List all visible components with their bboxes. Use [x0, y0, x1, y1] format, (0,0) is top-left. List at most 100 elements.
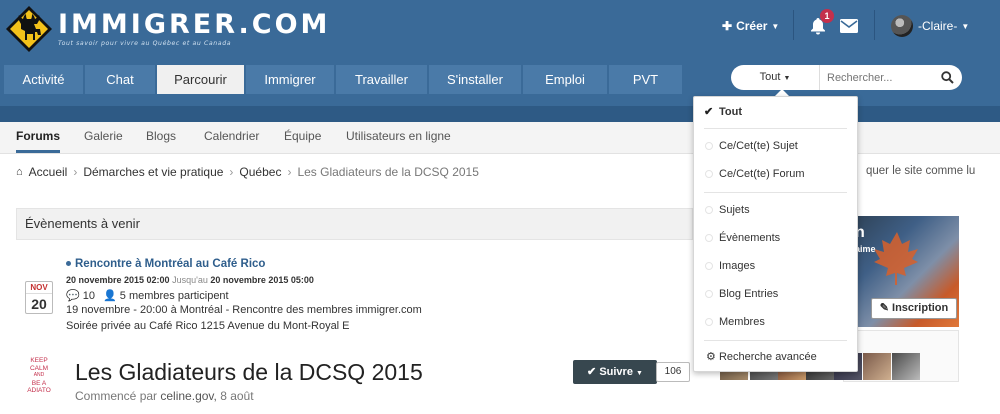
signup-button[interactable]: ✎ Inscription [871, 298, 957, 319]
scope-option-label: Tout [719, 106, 743, 118]
home-icon: ⌂ [16, 166, 23, 178]
check-icon: ✔ [704, 106, 714, 118]
avatar-text: ADIATO [27, 387, 51, 394]
event-start: 20 novembre 2015 02:00 [66, 275, 170, 285]
scope-option-evenements[interactable]: Évènements [694, 228, 857, 248]
chevron-right-icon: › [287, 165, 292, 179]
user-avatar[interactable] [891, 15, 913, 37]
event-title-link[interactable]: Rencontre à Montréal au Café Rico [66, 258, 265, 270]
radio-icon [705, 290, 713, 298]
chevron-right-icon: › [229, 165, 234, 179]
check-icon: ✔ [587, 366, 597, 378]
scope-option-images[interactable]: Images [694, 256, 857, 276]
subnav-equipe[interactable]: Équipe [284, 122, 321, 153]
radio-icon [705, 206, 713, 214]
subnav-forums[interactable]: Forums [16, 122, 61, 153]
scope-option-membres[interactable]: Membres [694, 312, 857, 332]
avatar-text: BE A [31, 379, 47, 387]
site-header: IMMIGRER.COM Tout savoir pour vivre au Q… [0, 0, 1000, 55]
plus-icon: ✚ [722, 19, 733, 33]
event-dot-icon [66, 261, 71, 267]
search-scope-label: Tout [759, 71, 781, 83]
mark-site-read-link[interactable]: quer le site comme lu [866, 165, 975, 177]
search-scope-dropdown: ✔ Tout Ce/Cet(te) Sujet Ce/Cet(te) Forum… [693, 96, 858, 372]
topic-meta: Commencé par celine.gov, 8 août [75, 389, 254, 403]
scope-option-label: Évènements [719, 232, 781, 244]
scope-option-label: Ce/Cet(te) Forum [719, 168, 805, 180]
dropdown-divider [704, 192, 847, 193]
notification-badge: 1 [820, 9, 834, 23]
radio-icon [705, 234, 713, 242]
tab-pvt[interactable]: PVT [609, 65, 682, 94]
scope-option-forum[interactable]: Ce/Cet(te) Forum [694, 164, 857, 184]
avatar-text: KEEP [30, 357, 48, 364]
follow-button[interactable]: ✔ Suivre ▼ [573, 360, 657, 384]
mail-icon[interactable] [840, 19, 858, 33]
breadcrumb: ⌂ Accueil › Démarches et vie pratique › … [16, 165, 479, 179]
tab-travailler[interactable]: Travailler [336, 65, 427, 94]
create-label: Créer [736, 19, 768, 33]
scope-option-label: Sujets [719, 204, 750, 216]
event-description-line: 19 novembre - 20:00 à Montréal - Rencont… [66, 304, 422, 316]
tab-emploi[interactable]: Emploi [523, 65, 607, 94]
search-icon[interactable] [941, 71, 954, 84]
caret-down-icon: ▼ [771, 21, 780, 31]
participants-stat: 👤 5 membres participent [103, 289, 229, 302]
scope-option-tout[interactable]: ✔ Tout [694, 102, 857, 122]
subnav-blogs[interactable]: Blogs [146, 122, 176, 153]
member-avatar[interactable] [863, 353, 891, 380]
breadcrumb-item-demarches[interactable]: Démarches et vie pratique [83, 165, 223, 179]
chevron-right-icon: › [73, 165, 78, 179]
event-date-badge: NOV 20 [25, 281, 53, 314]
pencil-icon: ✎ [879, 302, 889, 314]
topic-title: Les Gladiateurs de la DCSQ 2015 [75, 359, 423, 385]
tab-chat[interactable]: Chat [85, 65, 155, 94]
promo-subtext: aime [855, 244, 876, 254]
subnav-utilisateurs-en-ligne[interactable]: Utilisateurs en ligne [346, 122, 451, 153]
subnav-calendrier[interactable]: Calendrier [204, 122, 259, 153]
scope-option-label: Blog Entries [719, 288, 779, 300]
breadcrumb-item-accueil[interactable]: Accueil [29, 165, 68, 179]
event-stats: 💬 10 👤 5 membres participent [66, 289, 229, 302]
tab-sinstaller[interactable]: S'installer [429, 65, 521, 94]
scope-option-label: Membres [719, 316, 765, 328]
main-nav-tabs: Activité Chat Parcourir Immigrer Travail… [4, 65, 682, 94]
event-end: 20 novembre 2015 05:00 [210, 275, 314, 285]
tab-parcourir[interactable]: Parcourir [157, 65, 244, 94]
radio-icon [705, 142, 713, 150]
avatar-text: CALM [29, 364, 49, 372]
radio-icon [705, 262, 713, 270]
followers-count[interactable]: 106 [656, 362, 690, 382]
create-button[interactable]: ✚ Créer ▼ [722, 19, 779, 33]
caret-down-icon: ▼ [636, 370, 643, 377]
advanced-search-link[interactable]: ⚙ Recherche avancée [694, 347, 857, 367]
comments-count: 10 [82, 290, 96, 302]
subnav-galerie[interactable]: Galerie [84, 122, 123, 153]
tab-immigrer[interactable]: Immigrer [246, 65, 334, 94]
scope-option-sujets[interactable]: Sujets [694, 200, 857, 220]
comment-icon: 💬 [66, 290, 80, 302]
author-avatar[interactable]: KEEP CALM AND BE A ADIATO [19, 357, 59, 414]
member-avatar[interactable] [892, 353, 920, 380]
search-box: Tout ▼ [731, 65, 962, 90]
follow-label: Suivre [599, 366, 633, 378]
topic-author-link[interactable]: celine.gov, [160, 389, 216, 403]
gear-icon: ⚙ [706, 351, 716, 363]
scope-option-blog-entries[interactable]: Blog Entries [694, 284, 857, 304]
moose-logo-icon[interactable] [4, 4, 54, 54]
user-name: -Claire- [918, 19, 958, 33]
header-divider [874, 10, 875, 40]
event-until-label: Jusqu'au [172, 275, 208, 285]
tab-activite[interactable]: Activité [4, 65, 83, 94]
radio-icon [705, 318, 713, 326]
search-input[interactable] [827, 65, 937, 90]
search-scope-select[interactable]: Tout ▼ [731, 65, 820, 90]
scope-option-label: Images [719, 260, 756, 272]
breadcrumb-item-quebec[interactable]: Québec [239, 165, 281, 179]
site-logo-text[interactable]: IMMIGRER.COM [58, 9, 330, 40]
scope-option-sujet[interactable]: Ce/Cet(te) Sujet [694, 136, 857, 156]
comments-stat: 💬 10 [66, 289, 95, 302]
started-by-label: Commencé par [75, 389, 158, 403]
user-menu[interactable]: -Claire- ▼ [918, 19, 969, 33]
avatar-text: AND [33, 372, 45, 378]
